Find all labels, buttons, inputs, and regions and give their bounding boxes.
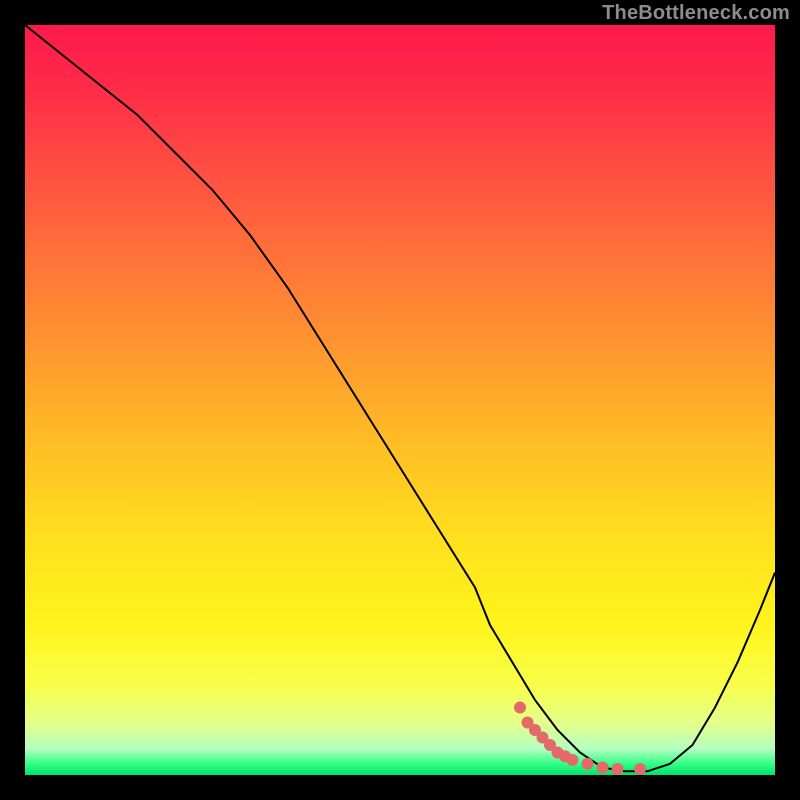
chart-frame	[25, 25, 775, 775]
highlight-dot	[612, 763, 624, 775]
highlight-dot	[582, 758, 594, 770]
bottleneck-chart	[25, 25, 775, 775]
watermark-text: TheBottleneck.com	[602, 2, 790, 25]
highlight-dot	[514, 702, 526, 714]
highlight-dot	[597, 762, 609, 774]
chart-background	[25, 25, 775, 775]
highlight-dot	[634, 763, 646, 775]
highlight-dot	[567, 754, 579, 766]
